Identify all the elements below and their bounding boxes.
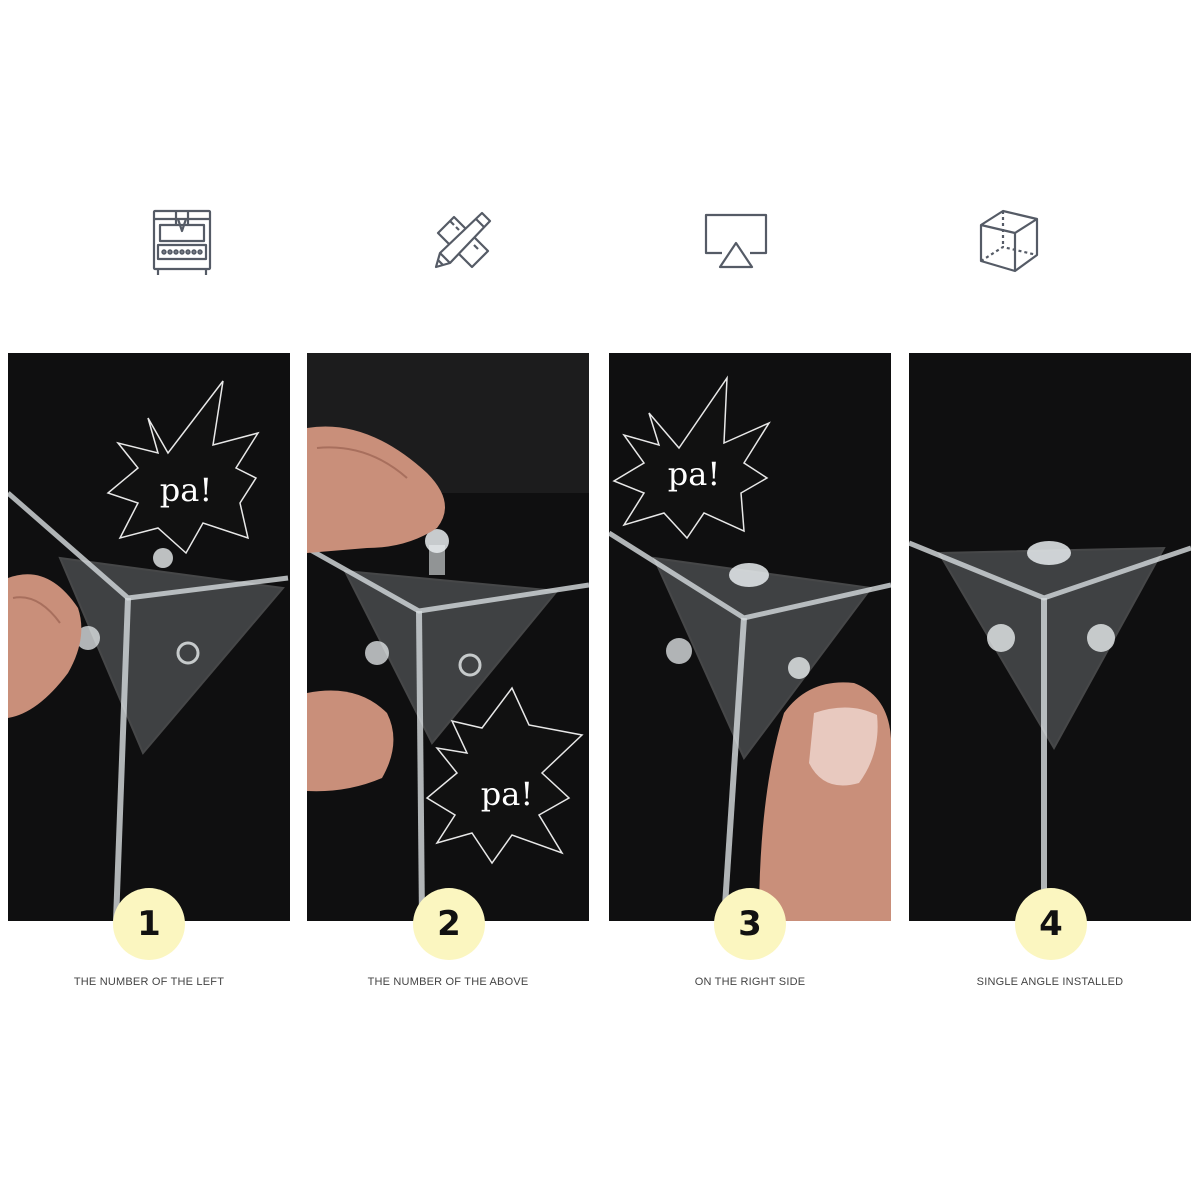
bubble-text: pa!	[668, 455, 720, 493]
machine-icon	[146, 205, 218, 277]
step-number-badge: 1	[113, 888, 185, 960]
step-number-badge: 4	[1015, 888, 1087, 960]
step-number-badge: 3	[714, 888, 786, 960]
pencil-ruler-icon	[426, 205, 498, 277]
step-photo-4	[909, 353, 1191, 921]
step-caption: ON THE RIGHT SIDE	[694, 976, 806, 988]
bubble-text: pa!	[160, 471, 212, 509]
feature-icon-row	[0, 205, 1200, 277]
bubble-text: pa!	[481, 775, 533, 813]
step-photo-2: pa!	[307, 353, 589, 921]
step-caption: THE NUMBER OF THE LEFT	[73, 976, 225, 988]
airplay-screen-icon	[700, 205, 772, 277]
step-photo-1: pa!	[8, 353, 290, 921]
step-number-badge: 2	[413, 888, 485, 960]
cube-icon	[973, 205, 1045, 277]
step-caption: SINGLE ANGLE INSTALLED	[976, 976, 1124, 988]
step-photo-3: pa!	[609, 353, 891, 921]
step-caption: THE NUMBER OF THE ABOVE	[367, 976, 529, 988]
